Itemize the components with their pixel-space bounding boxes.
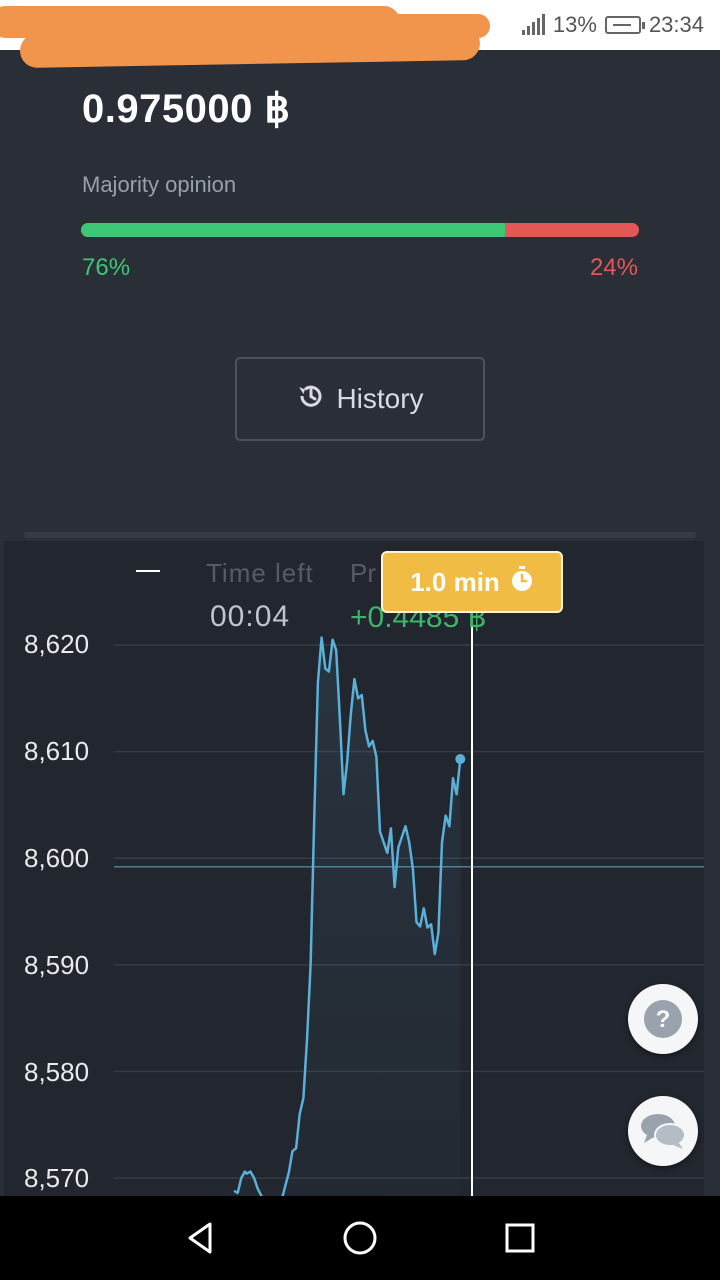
minus-icon[interactable] [136,570,160,572]
question-icon: ? [644,1000,682,1038]
status-icons: 13% 23:34 [521,10,704,40]
history-icon [296,381,326,418]
last-price-point [455,754,466,765]
recents-icon [505,1223,535,1253]
chat-icon [641,1114,686,1149]
majority-opinion-label: Majority opinion [82,172,237,197]
bet-amount: 0.975000 ฿ [82,87,291,131]
profit-label: Pr [350,558,376,588]
home-button[interactable] [338,1216,382,1260]
system-nav-bar [0,1196,720,1280]
back-icon [188,1222,212,1254]
chat-button[interactable] [628,1096,698,1166]
status-bar: 13% 23:34 [0,0,720,69]
majority-up-fill [81,223,506,237]
expiry-tooltip-label: 1.0 min [410,566,500,597]
recents-button[interactable] [498,1216,542,1260]
time-left-label: Time left [206,558,314,588]
help-button[interactable]: ? [628,984,698,1054]
battery-icon [604,16,645,34]
majority-up-percent: 76% [82,254,131,281]
stopwatch-icon [510,565,534,599]
y-tick-label: 8,570 [24,1163,90,1193]
majority-down-percent: 24% [589,254,638,281]
redaction-overlay [300,14,490,38]
price-chart-canvas[interactable] [4,541,704,1196]
y-tick-label: 8,620 [24,629,90,659]
y-tick-label: 8,580 [24,1057,90,1087]
y-tick-label: 8,610 [24,736,90,766]
signal-icon [521,14,545,35]
home-icon [343,1221,377,1255]
history-button-label: History [336,383,424,414]
section-divider [24,532,696,538]
y-tick-label: 8,590 [24,950,90,980]
expiry-tooltip: 1.0 min [381,551,563,613]
svg-text:?: ? [656,1006,671,1033]
majority-opinion-bar [81,223,639,237]
clock: 23:34 [648,12,704,37]
y-tick-label: 8,600 [24,843,90,873]
back-button[interactable] [178,1216,222,1260]
price-chart[interactable] [4,541,704,1196]
battery-percent: 13% [552,12,597,37]
time-left-value: 00:04 [210,600,291,633]
history-button[interactable]: History [235,357,485,441]
